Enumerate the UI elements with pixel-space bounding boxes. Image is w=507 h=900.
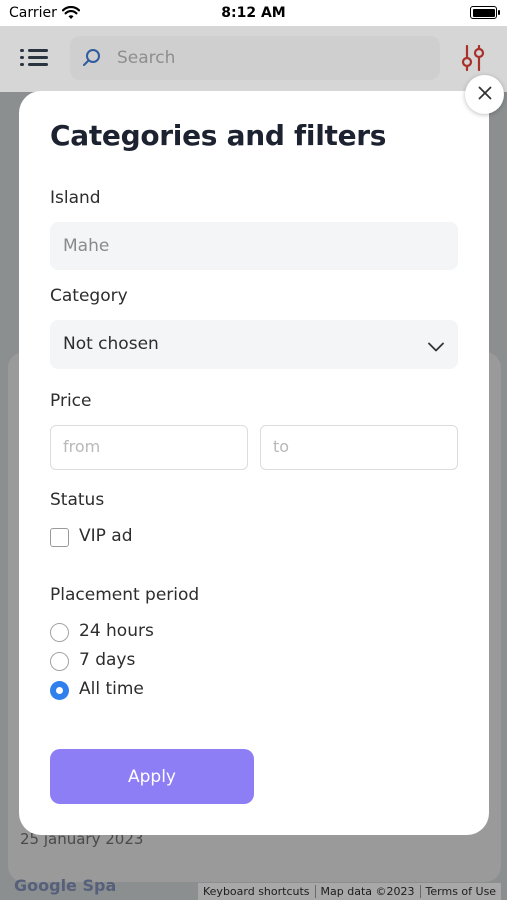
map-data-label: Map data ©2023 xyxy=(314,885,420,898)
modal-title: Categories and filters xyxy=(50,119,387,152)
radio-all-time[interactable] xyxy=(50,681,69,700)
price-to-input[interactable]: to xyxy=(260,425,458,470)
option-24-hours-label[interactable]: 24 hours xyxy=(79,621,154,641)
search-bar[interactable]: Search xyxy=(70,36,440,80)
apply-button[interactable]: Apply xyxy=(50,749,254,804)
chevron-down-icon xyxy=(428,337,444,356)
placement-period-label: Placement period xyxy=(50,585,200,605)
price-from-input[interactable]: from xyxy=(50,425,248,470)
vip-label[interactable]: VIP ad xyxy=(79,526,133,546)
island-value: Mahe xyxy=(63,236,110,256)
search-placeholder: Search xyxy=(117,48,176,68)
price-label: Price xyxy=(50,391,92,411)
google-logo: Google Spa xyxy=(14,876,117,895)
filters-modal: Categories and filters Island Mahe Categ… xyxy=(19,91,489,835)
price-to-placeholder: to xyxy=(273,437,290,456)
category-value: Not chosen xyxy=(63,334,159,354)
option-all-time-label[interactable]: All time xyxy=(79,679,144,699)
map-attribution: Keyboard shortcuts Map data ©2023 Terms … xyxy=(198,883,502,900)
vip-checkbox[interactable] xyxy=(50,528,69,547)
category-select[interactable]: Not chosen xyxy=(50,320,458,369)
status-bar: Carrier 8:12 AM xyxy=(0,0,507,26)
keyboard-shortcuts-link[interactable]: Keyboard shortcuts xyxy=(198,885,315,898)
radio-7-days[interactable] xyxy=(50,652,69,671)
search-icon xyxy=(82,47,102,71)
status-label: Status xyxy=(50,490,105,510)
option-7-days-label[interactable]: 7 days xyxy=(79,650,135,670)
menu-icon[interactable] xyxy=(20,47,48,69)
close-icon xyxy=(478,85,492,104)
island-field[interactable]: Mahe xyxy=(50,222,458,270)
category-label: Category xyxy=(50,286,128,306)
filter-icon[interactable] xyxy=(460,44,486,76)
radio-24-hours[interactable] xyxy=(50,623,69,642)
island-label: Island xyxy=(50,188,101,208)
battery-icon xyxy=(470,6,500,19)
close-button[interactable] xyxy=(465,75,504,114)
clock: 8:12 AM xyxy=(221,5,286,21)
terms-of-use-link[interactable]: Terms of Use xyxy=(419,885,502,898)
price-from-placeholder: from xyxy=(63,437,101,456)
